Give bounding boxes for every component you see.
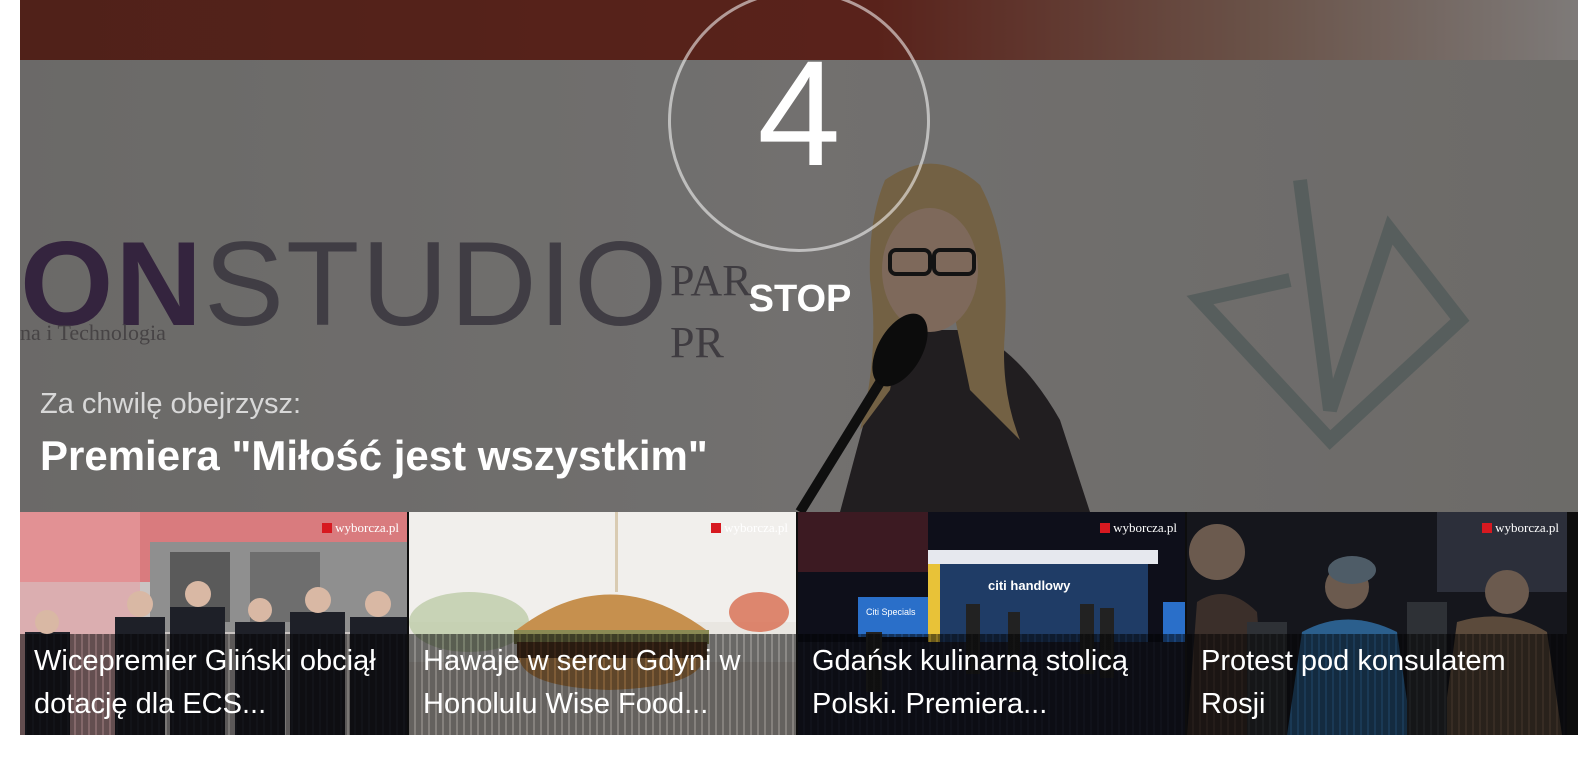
related-video-title: Hawaje w sercu Gdyni w Honolulu Wise Foo…: [423, 645, 741, 720]
brand-logo: wyborcza.pl: [711, 520, 788, 536]
stop-autoplay-button[interactable]: STOP: [720, 274, 880, 324]
stage-screen-text: Citi Specials: [866, 607, 916, 617]
related-video-tile[interactable]: wyborcza.pl Protest pod konsulatem Rosji: [1187, 512, 1567, 735]
brand-logo: wyborcza.pl: [1482, 520, 1559, 536]
related-video-title: Wicepremier Gliński obciął dotację dla E…: [34, 645, 376, 720]
related-video-title: Gdańsk kulinarną stolicą Polski. Premier…: [812, 645, 1128, 720]
related-video-tile[interactable]: wyborcza.pl Hawaje w sercu Gdyni w Honol…: [409, 512, 796, 735]
related-videos-strip: wyborcza.pl Wicepremier Gliński obciął d…: [20, 512, 1578, 735]
video-player[interactable]: ONSTUDIO na i Technologia PAR PR 4 STOP Z…: [20, 0, 1578, 735]
countdown-number: 4: [757, 29, 841, 197]
related-video-title: Protest pod konsulatem Rosji: [1201, 645, 1506, 720]
up-next-label: Za chwilę obejrzysz:: [40, 388, 302, 420]
brand-logo: wyborcza.pl: [1100, 520, 1177, 536]
stage-sign: citi handlowy: [988, 578, 1071, 593]
brand-logo: wyborcza.pl: [322, 520, 399, 536]
related-video-tile[interactable]: citi handlowy Citi Specials wyborcza.pl …: [798, 512, 1185, 735]
up-next-title[interactable]: Premiera "Miłość jest wszystkim": [40, 428, 708, 484]
related-video-tile[interactable]: wyborcza.pl Wicepremier Gliński obciął d…: [20, 512, 407, 735]
